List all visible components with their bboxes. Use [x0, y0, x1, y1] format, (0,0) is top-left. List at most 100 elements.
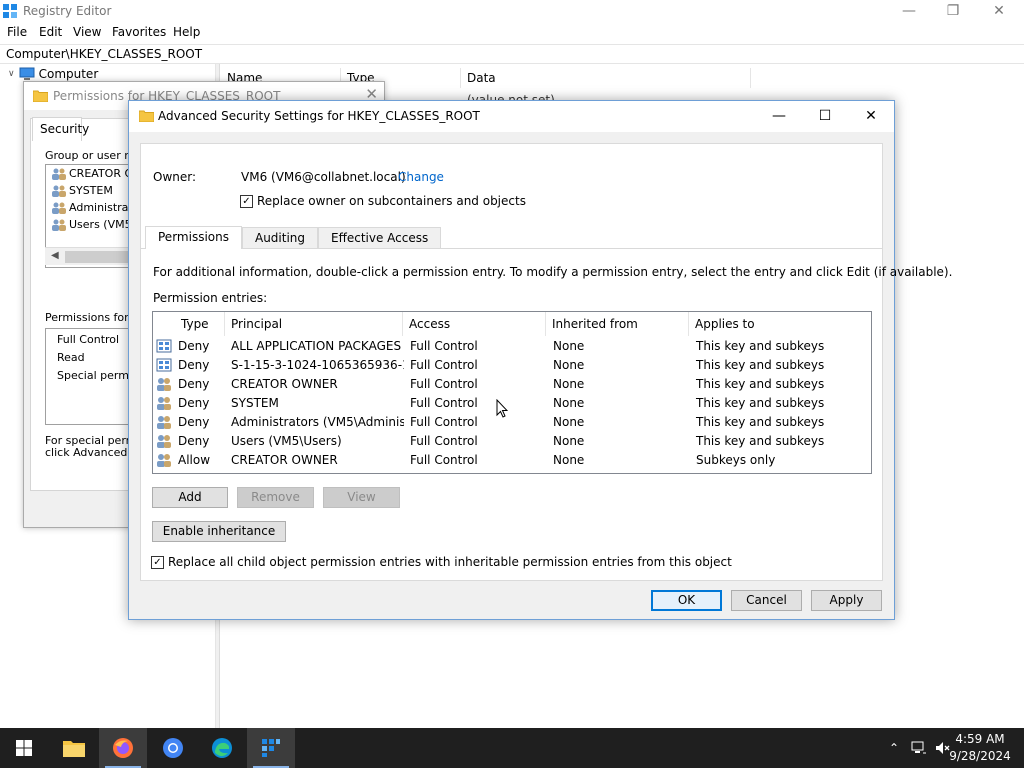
- users-group-icon: [52, 202, 66, 214]
- start-icon: [16, 740, 32, 756]
- list-item-label: Users (VM5\: [69, 218, 136, 231]
- menu-view[interactable]: View: [73, 25, 101, 39]
- table-row[interactable]: Allow CREATOR OWNER Full Control None Su…: [153, 450, 871, 469]
- cell-inherited: None: [553, 357, 585, 372]
- chrome-icon: [163, 738, 183, 758]
- taskbar-registry-editor[interactable]: [247, 728, 295, 768]
- start-button[interactable]: [0, 728, 48, 768]
- menu-file[interactable]: File: [7, 25, 27, 39]
- close-button[interactable]: ✕: [976, 0, 1022, 23]
- taskbar-file-explorer[interactable]: [50, 728, 98, 768]
- users-group-icon: [52, 185, 66, 197]
- tab-strip: Permissions Auditing Effective Access: [145, 226, 442, 249]
- menu-edit[interactable]: Edit: [39, 25, 62, 39]
- firefox-icon: [113, 738, 133, 758]
- app-package-icon: [156, 338, 172, 354]
- tree-item-computer[interactable]: ∨ Computer: [8, 67, 98, 81]
- cell-applies: This key and subkeys: [696, 338, 825, 353]
- add-button[interactable]: Add: [152, 487, 228, 508]
- taskbar-chrome[interactable]: [149, 728, 197, 768]
- tab-divider: [141, 248, 882, 249]
- restore-button[interactable]: ❐: [930, 0, 976, 23]
- cancel-button[interactable]: Cancel: [731, 590, 802, 611]
- cell-access: Full Control: [410, 338, 478, 353]
- minimize-button[interactable]: —: [886, 0, 932, 23]
- maximize-button[interactable]: ☐: [802, 101, 848, 131]
- column-data[interactable]: Data: [461, 68, 751, 88]
- info-text: For additional information, double-click…: [153, 265, 953, 279]
- replace-owner-label: Replace owner on subcontainers and objec…: [257, 194, 526, 208]
- table-row[interactable]: Deny S-1-15-3-1024-1065365936-12... Full…: [153, 355, 871, 374]
- remove-button[interactable]: Remove: [237, 487, 314, 508]
- table-row[interactable]: Deny Administrators (VM5\Adminis... Full…: [153, 412, 871, 431]
- apply-button[interactable]: Apply: [811, 590, 882, 611]
- replace-child-checkbox-row[interactable]: ✓ Replace all child object permission en…: [151, 555, 732, 569]
- users-group-icon: [156, 376, 172, 392]
- column-type[interactable]: Type: [175, 312, 225, 336]
- list-item-label: SYSTEM: [69, 184, 113, 197]
- close-button[interactable]: ✕: [848, 101, 894, 131]
- cell-applies: This key and subkeys: [696, 357, 825, 372]
- advanced-panel: Owner: VM6 (VM6@collabnet.local) Change …: [140, 143, 952, 581]
- chevron-left-icon[interactable]: ◀: [51, 250, 59, 261]
- cell-inherited: None: [553, 376, 585, 391]
- table-row[interactable]: Deny SYSTEM Full Control None This key a…: [153, 393, 871, 412]
- replace-child-checkbox[interactable]: ✓: [151, 555, 164, 569]
- clock-date: 9/28/2024: [949, 749, 1011, 763]
- replace-child-label: Replace all child object permission entr…: [168, 555, 732, 569]
- users-group-icon: [156, 433, 172, 449]
- advanced-client-area: Owner: VM6 (VM6@collabnet.local) Change …: [129, 132, 952, 619]
- table-row[interactable]: Deny Users (VM5\Users) Full Control None…: [153, 431, 871, 450]
- cell-access: Full Control: [410, 414, 478, 429]
- cell-type: Deny: [178, 357, 210, 372]
- cell-principal: Administrators (VM5\Adminis...: [231, 414, 404, 429]
- network-icon[interactable]: [907, 728, 931, 768]
- change-owner-link[interactable]: Change: [398, 170, 444, 184]
- cell-principal: S-1-15-3-1024-1065365936-12...: [231, 357, 404, 372]
- cell-access: Full Control: [410, 395, 478, 410]
- cell-access: Full Control: [410, 433, 478, 448]
- menu-help[interactable]: Help: [173, 25, 200, 39]
- minimize-button[interactable]: —: [756, 101, 802, 131]
- chevron-down-icon[interactable]: ∨: [8, 69, 15, 79]
- cell-access: Full Control: [410, 376, 478, 391]
- users-group-icon: [156, 414, 172, 430]
- menu-favorites[interactable]: Favorites: [112, 25, 166, 39]
- view-button[interactable]: View: [323, 487, 400, 508]
- tab-security[interactable]: Security: [32, 117, 89, 141]
- tab-permissions[interactable]: Permissions: [145, 226, 242, 249]
- replace-owner-checkbox[interactable]: ✓: [240, 194, 253, 208]
- column-inherited-from[interactable]: Inherited from: [546, 312, 689, 336]
- file-explorer-icon: [63, 741, 85, 757]
- column-principal[interactable]: Principal: [225, 312, 403, 336]
- address-bar[interactable]: Computer\HKEY_CLASSES_ROOT: [0, 44, 1024, 64]
- app-package-icon: [156, 357, 172, 373]
- replace-owner-checkbox-row[interactable]: ✓ Replace owner on subcontainers and obj…: [240, 194, 526, 208]
- permission-entries-table[interactable]: Type Principal Access Inherited from App…: [152, 311, 872, 474]
- cell-inherited: None: [553, 452, 585, 467]
- cell-principal: Users (VM5\Users): [231, 433, 342, 448]
- folder-icon: [139, 110, 154, 122]
- cell-inherited: None: [553, 414, 585, 429]
- tab-effective-access[interactable]: Effective Access: [318, 227, 442, 249]
- chevron-up-icon[interactable]: ⌃: [884, 728, 904, 768]
- cell-type: Deny: [178, 376, 210, 391]
- computer-icon: [19, 67, 35, 80]
- column-access[interactable]: Access: [403, 312, 546, 336]
- table-header: Type Principal Access Inherited from App…: [153, 312, 871, 336]
- cell-principal: CREATOR OWNER: [231, 376, 338, 391]
- tab-auditing[interactable]: Auditing: [241, 227, 319, 249]
- registry-editor-icon: [3, 4, 17, 18]
- cell-principal: SYSTEM: [231, 395, 279, 410]
- enable-inheritance-button[interactable]: Enable inheritance: [152, 521, 286, 542]
- users-group-icon: [156, 452, 172, 468]
- table-row[interactable]: Deny ALL APPLICATION PACKAGES Full Contr…: [153, 336, 871, 355]
- taskbar-edge[interactable]: [198, 728, 246, 768]
- taskbar-clock[interactable]: 4:59 AM 9/28/2024: [944, 731, 1016, 765]
- cell-type: Deny: [178, 395, 210, 410]
- column-applies-to[interactable]: Applies to: [689, 312, 871, 336]
- registry-menubar: File Edit View Favorites Help: [0, 23, 1024, 43]
- table-row[interactable]: Deny CREATOR OWNER Full Control None Thi…: [153, 374, 871, 393]
- taskbar-firefox[interactable]: [99, 728, 147, 768]
- ok-button[interactable]: OK: [651, 590, 722, 611]
